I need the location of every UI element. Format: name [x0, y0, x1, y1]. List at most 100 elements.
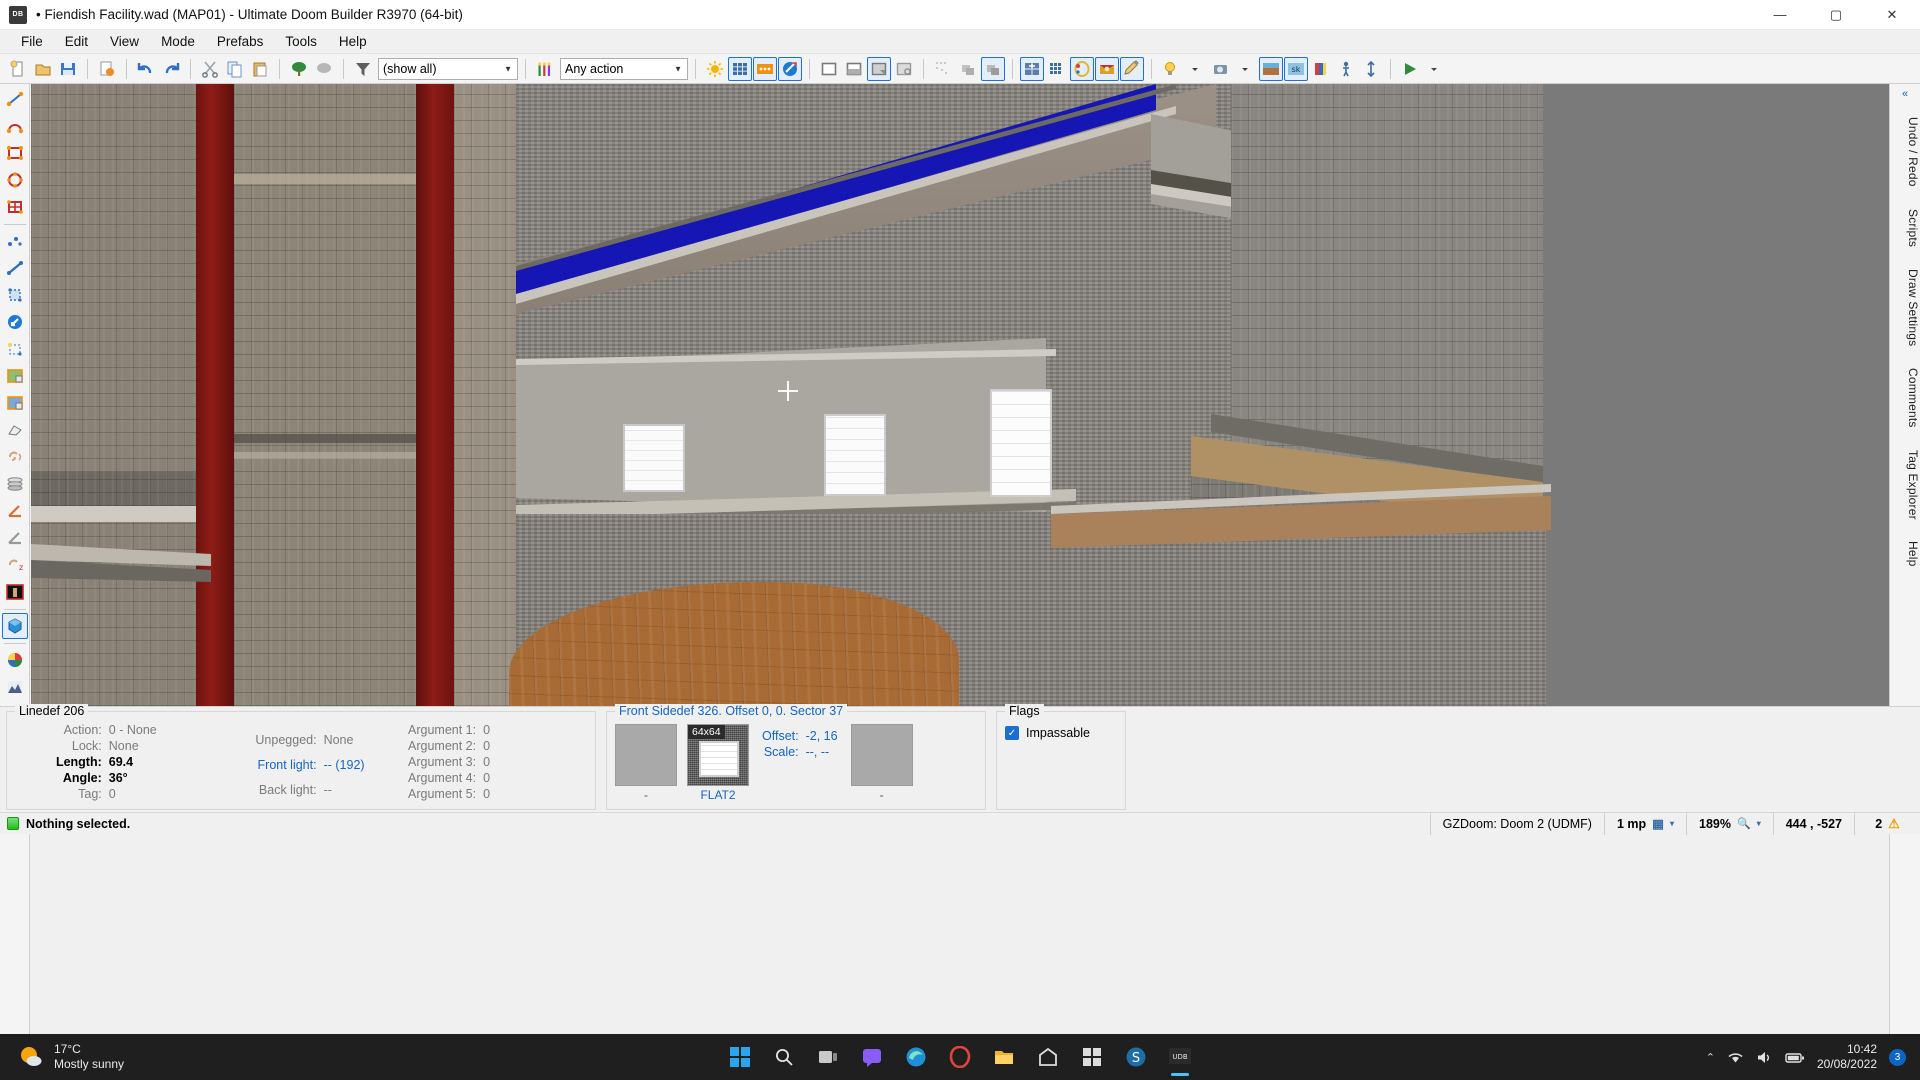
- status-warnings[interactable]: 2 ⚠: [1854, 812, 1920, 835]
- menu-view[interactable]: View: [99, 31, 150, 52]
- status-zoom-level[interactable]: 189% 🔍 ▾: [1686, 812, 1773, 835]
- firefox-button[interactable]: [940, 1037, 980, 1077]
- status-grid-size[interactable]: 1 mp ▦ ▾: [1603, 812, 1686, 835]
- taskbar-clock[interactable]: 10:42 20/08/2022: [1817, 1042, 1877, 1072]
- grid-setup-button[interactable]: [1020, 56, 1044, 81]
- menu-file[interactable]: File: [10, 31, 54, 52]
- task-view-button[interactable]: [808, 1037, 848, 1077]
- sky-label-button[interactable]: sk: [1284, 56, 1308, 81]
- cut-button[interactable]: [198, 57, 222, 81]
- render-wireframe-button[interactable]: [817, 57, 841, 81]
- dock-tab-help[interactable]: Help: [1890, 532, 1920, 575]
- edge-button[interactable]: [896, 1037, 936, 1077]
- maximize-button[interactable]: ▢: [1808, 0, 1864, 30]
- color-picker-tool-button[interactable]: [2, 647, 28, 673]
- show-trees-button[interactable]: [287, 57, 311, 81]
- lower-texture-slot[interactable]: -: [850, 724, 913, 802]
- texture-view-button[interactable]: [778, 56, 802, 81]
- chevron-down-icon[interactable]: [1234, 57, 1258, 81]
- tray-chevron-icon[interactable]: ⌃: [1706, 1051, 1715, 1064]
- 3d-viewport[interactable]: [31, 84, 1889, 706]
- save-map-button[interactable]: [56, 57, 80, 81]
- minimize-button[interactable]: —: [1752, 0, 1808, 30]
- visual-mode-3d-button[interactable]: [1, 613, 28, 639]
- dock-tab-tag-explorer[interactable]: Tag Explorer: [1890, 441, 1920, 529]
- sound-environment-mode-button[interactable]: z: [2, 552, 28, 578]
- action-filter-combo[interactable]: Any action ▼: [560, 57, 688, 80]
- close-button[interactable]: ✕: [1864, 0, 1920, 30]
- dock-tab-draw-settings[interactable]: Draw Settings: [1890, 260, 1920, 355]
- light-mode-button[interactable]: [1070, 56, 1094, 81]
- store-button[interactable]: [1028, 1037, 1068, 1077]
- show-clouds-button[interactable]: [312, 57, 336, 81]
- sound-propagation-mode-button[interactable]: [2, 444, 28, 470]
- render-brightness-button[interactable]: [842, 57, 866, 81]
- undo-button[interactable]: [134, 57, 158, 81]
- draw-curve-tool[interactable]: [2, 113, 28, 139]
- chevron-down-icon[interactable]: [1184, 57, 1208, 81]
- thing-mode-button[interactable]: [1095, 56, 1119, 81]
- terrain-tool-button[interactable]: [2, 674, 28, 700]
- camera-button[interactable]: [1209, 57, 1233, 81]
- dock-tab-scripts[interactable]: Scripts: [1890, 200, 1920, 256]
- map-options-button[interactable]: [95, 57, 119, 81]
- bridge-mode-button[interactable]: [2, 417, 28, 443]
- dock-collapse-button[interactable]: «: [1890, 84, 1920, 104]
- draw-rectangle-tool[interactable]: [2, 140, 28, 166]
- slope-mode-button[interactable]: [2, 498, 28, 524]
- new-map-button[interactable]: [6, 57, 30, 81]
- things-view-button[interactable]: [753, 56, 777, 81]
- volume-icon[interactable]: [1756, 1050, 1773, 1065]
- menu-prefabs[interactable]: Prefabs: [206, 31, 275, 52]
- sector-3d-floor-mode-button[interactable]: [2, 471, 28, 497]
- make-sector-mode-button[interactable]: [2, 363, 28, 389]
- render-normal-button[interactable]: [892, 57, 916, 81]
- menu-help[interactable]: Help: [328, 31, 378, 52]
- dynamic-grid-button[interactable]: [1045, 57, 1069, 81]
- draw-ellipse-tool[interactable]: [2, 167, 28, 193]
- wifi-icon[interactable]: [1727, 1050, 1744, 1065]
- render-textured-button[interactable]: [867, 56, 891, 81]
- paste-button[interactable]: [248, 57, 272, 81]
- snap-vertices-button[interactable]: [931, 57, 955, 81]
- redo-button[interactable]: [159, 57, 183, 81]
- sectors-mode-button[interactable]: [2, 282, 28, 308]
- colors-button[interactable]: [1309, 57, 1333, 81]
- menu-tools[interactable]: Tools: [274, 31, 328, 52]
- flat-mode-button[interactable]: [2, 525, 28, 551]
- office-button[interactable]: [1072, 1037, 1112, 1077]
- brightness-mode-button[interactable]: [2, 579, 28, 605]
- menu-mode[interactable]: Mode: [150, 31, 206, 52]
- impassable-checkbox[interactable]: ✓: [1005, 726, 1019, 740]
- arrow-updown-button[interactable]: [1359, 57, 1383, 81]
- edit-selection-mode-button[interactable]: [2, 336, 28, 362]
- middle-texture-slot[interactable]: 64x64 FLAT2: [687, 724, 749, 802]
- draw-lines-tool[interactable]: [2, 86, 28, 112]
- chat-button[interactable]: [852, 1037, 892, 1077]
- sky-toggle-button[interactable]: [1259, 56, 1283, 81]
- grid-view-button[interactable]: [728, 56, 752, 81]
- menu-edit[interactable]: Edit: [54, 31, 99, 52]
- brightness-view-button[interactable]: [703, 57, 727, 81]
- notification-badge[interactable]: 3: [1889, 1048, 1906, 1066]
- weather-widget[interactable]: 17°C Mostly sunny: [18, 1042, 124, 1072]
- doom-builder-button[interactable]: UDB: [1160, 1037, 1200, 1077]
- test-map-button[interactable]: [1398, 57, 1422, 81]
- status-game-config[interactable]: GZDoom: Doom 2 (UDMF): [1429, 812, 1604, 835]
- file-explorer-button[interactable]: [984, 1037, 1024, 1077]
- dock-tab-undo-redo[interactable]: Undo / Redo: [1890, 108, 1920, 196]
- snap-lines-button[interactable]: [956, 57, 980, 81]
- start-button[interactable]: [720, 1037, 760, 1077]
- draw-grid-tool[interactable]: [2, 194, 28, 220]
- bulb-button[interactable]: [1159, 57, 1183, 81]
- chevron-down-icon[interactable]: [1423, 57, 1447, 81]
- flag-impassable[interactable]: ✓ Impassable: [1005, 726, 1117, 740]
- vertices-mode-button[interactable]: [2, 228, 28, 254]
- battery-icon[interactable]: [1785, 1050, 1805, 1065]
- linedefs-mode-button[interactable]: [2, 255, 28, 281]
- upper-texture-slot[interactable]: -: [615, 724, 677, 802]
- slade-button[interactable]: S: [1116, 1037, 1156, 1077]
- thing-filter-combo[interactable]: (show all) ▼: [378, 57, 518, 80]
- things-mode-button[interactable]: [2, 309, 28, 335]
- paint-mode-button[interactable]: [1120, 56, 1144, 81]
